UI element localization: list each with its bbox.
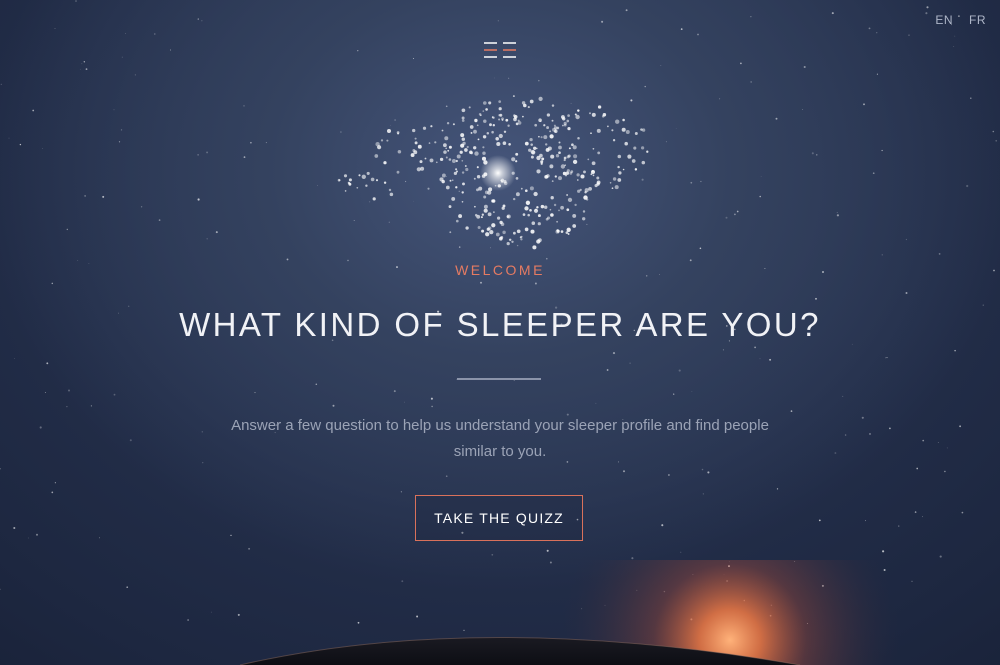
language-switcher: EN FR	[935, 13, 986, 27]
take-quiz-button[interactable]: TAKE THE QUIZZ	[415, 495, 583, 541]
intro-text-line2: similar to you.	[453, 443, 547, 460]
title-divider	[457, 378, 541, 380]
planet-horizon	[239, 560, 1000, 665]
welcome-label: WELCOME	[455, 262, 545, 278]
page-title: WHAT KIND OF SLEEPER ARE YOU?	[179, 306, 821, 343]
intro-text-line1: Answer a few question to help us underst…	[231, 417, 769, 434]
bright-star	[480, 155, 516, 191]
hamburger-menu-icon[interactable]	[483, 41, 517, 59]
landing-page: EN FR WELCOME WHAT KIND OF SLEEPER ARE Y…	[0, 0, 1000, 665]
lang-en-link[interactable]: EN	[935, 13, 953, 27]
lang-fr-link[interactable]: FR	[969, 13, 986, 27]
intro-text: Answer a few question to help us underst…	[230, 413, 770, 465]
